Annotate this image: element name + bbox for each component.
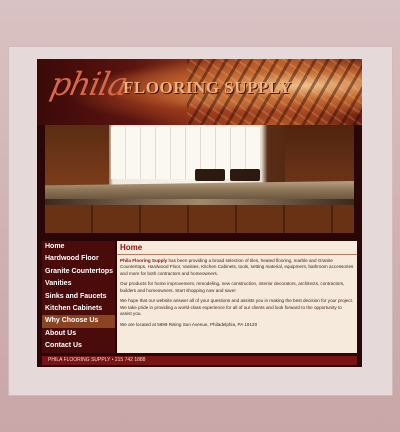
cabinet-base: [45, 205, 354, 233]
main-content: Home Phila Flooring Supply has been prov…: [117, 241, 357, 353]
content-body: Phila Flooring Supply has been providing…: [117, 255, 357, 328]
brand-link[interactable]: Phila Flooring Supply: [120, 258, 167, 263]
nav-item-sinks-and-faucets[interactable]: Sinks and Faucets: [42, 291, 115, 303]
footer-bar: PHILA FLOORING SUPPLY • 215 742 1888: [42, 356, 357, 365]
products-paragraph: Our products for home improvement, remod…: [120, 281, 345, 293]
intro-paragraph: Phila Flooring Supply has been providing…: [120, 258, 354, 276]
nav-item-kitchen-cabinets[interactable]: Kitchen Cabinets: [42, 303, 115, 315]
sidebar-nav: Home Hardwood Floor Granite Countertops …: [42, 241, 115, 353]
logo-text[interactable]: FLOORING SUPPLY: [123, 78, 292, 98]
nav-item-hardwood-floor[interactable]: Hardwood Floor: [42, 253, 115, 265]
address-paragraph: We are located at 5699 Rising Sun Avenue…: [120, 321, 258, 327]
page-title: Home: [117, 241, 357, 255]
mission-paragraph: We hope that our website answer all of y…: [120, 298, 354, 317]
hero-kitchen-image: [45, 125, 354, 233]
nav-item-granite-countertops[interactable]: Granite Countertops: [42, 266, 115, 278]
nav-item-about-us[interactable]: About Us: [42, 328, 115, 340]
nav-item-contact-us[interactable]: Contact Us: [42, 340, 115, 352]
header-banner: phila FLOORING SUPPLY: [37, 59, 362, 125]
website-container: phila FLOORING SUPPLY Home Hardwood Floo…: [37, 59, 362, 367]
nav-item-why-choose-us[interactable]: Why Choose Us: [42, 315, 115, 328]
nav-item-vanities[interactable]: Vanities: [42, 278, 115, 290]
logo-script[interactable]: phila: [47, 65, 131, 103]
nav-item-home[interactable]: Home: [42, 241, 115, 253]
